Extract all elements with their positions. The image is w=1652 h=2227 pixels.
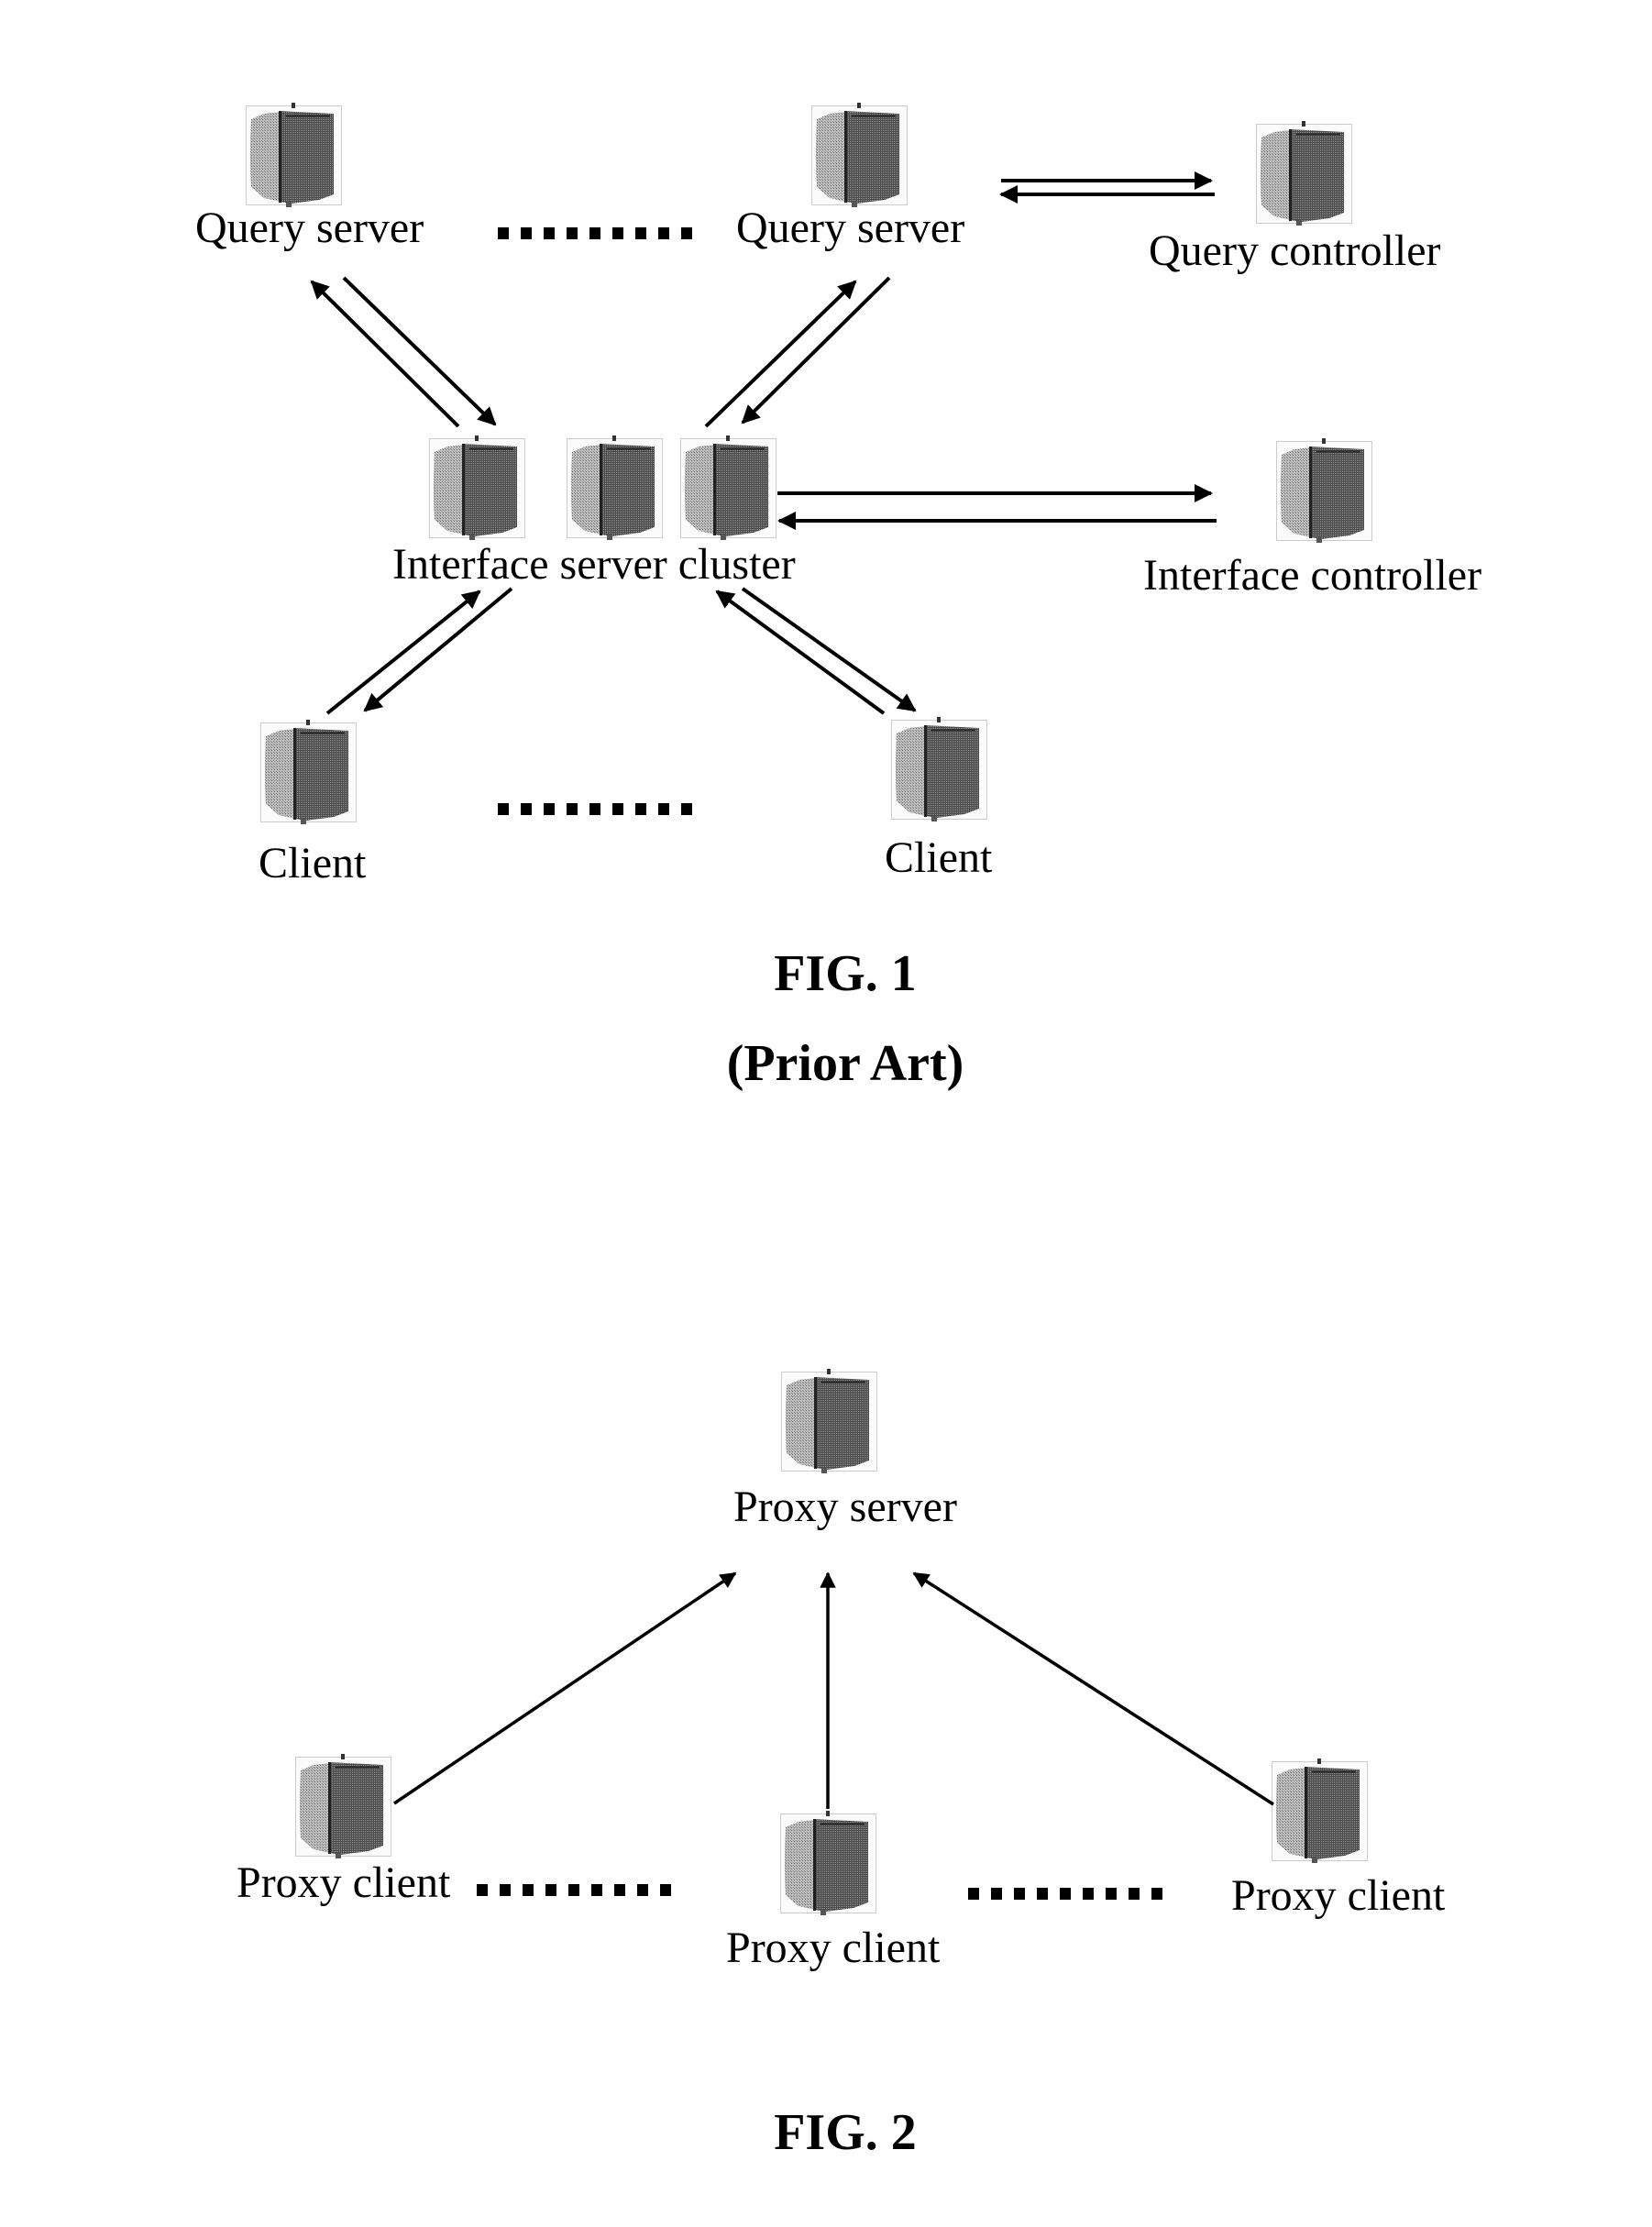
ellipsis-dot [612,803,623,815]
arrow-cluster-to-client-2 [741,587,917,712]
ellipsis-dot [968,1888,979,1900]
ellipsis-dot [1060,1888,1071,1900]
ellipsis-dot [567,803,578,815]
ellipsis-dot [1151,1888,1162,1900]
fig2-edges [393,1571,1274,1809]
ellipsis-dot [544,803,555,815]
label-interface-server-cluster: Interface server cluster [392,540,796,589]
label-query-server-2: Query server [736,204,965,252]
ellipsis-clients [498,803,692,815]
arrow-proxy-client-3-to-server [912,1571,1274,1806]
arrow-cluster-to-query-server-1 [310,280,460,428]
ellipsis-dot [544,227,555,239]
ellipsis-dot [568,1884,579,1896]
ellipsis-dot [545,1884,556,1896]
label-client-2: Client [885,833,993,882]
arrow-cluster-to-client-1 [363,587,513,712]
proxy-client-3-icon [1272,1758,1368,1864]
label-client-1: Client [259,839,367,887]
label-proxy-client-1: Proxy client [237,1858,451,1907]
ellipsis-dot [477,1884,488,1896]
ellipsis-dot [567,227,578,239]
ellipsis-dot [635,227,646,239]
proxy-client-2-icon [780,1811,876,1916]
ellipsis-dot [498,227,509,239]
ellipsis-dot [991,1888,1002,1900]
ellipsis-dot [498,803,509,815]
ellipsis-dot [500,1884,511,1896]
ellipsis-dot [521,227,532,239]
ellipsis-dot [1014,1888,1025,1900]
ellipsis-dot [591,1884,602,1896]
ellipsis-dot [589,227,600,239]
ellipsis-query-servers [498,227,692,239]
ellipsis-dot [614,1884,625,1896]
proxy-server-icon [781,1369,877,1474]
ellipsis-dot [1129,1888,1140,1900]
interface-controller-icon [1276,438,1372,544]
ellipsis-dot [681,227,692,239]
query-controller-icon [1256,121,1352,226]
ellipsis-dot [1106,1888,1117,1900]
arrow-client-2-to-cluster [715,590,886,715]
ellipsis-dot [658,227,669,239]
label-proxy-client-2: Proxy client [726,1924,941,1972]
interface-server-3-icon [680,435,776,541]
label-proxy-server: Proxy server [733,1483,957,1531]
figure-1-subcaption: (Prior Art) [726,1035,964,1092]
ellipsis-dot [635,803,646,815]
ellipsis-dot [681,803,692,815]
client-1-icon [260,720,357,825]
ellipsis-dot [1037,1888,1048,1900]
client-2-icon [891,717,987,822]
ellipsis-proxy-clients-left [477,1884,671,1896]
ellipsis-proxy-clients-right [968,1888,1162,1900]
ellipsis-dot [658,803,669,815]
arrow-cluster-to-query-server-2 [704,280,857,428]
ellipsis-dot [1083,1888,1094,1900]
arrow-proxy-client-1-to-server [393,1571,737,1805]
label-interface-controller: Interface controller [1143,551,1482,600]
ellipsis-dot [523,1884,534,1896]
ellipsis-dot [637,1884,648,1896]
figure-1-caption: FIG. 1 [774,945,917,1002]
ellipsis-dot [612,227,623,239]
ellipsis-dot [660,1884,671,1896]
interface-server-2-icon [567,435,663,541]
label-proxy-client-3: Proxy client [1231,1871,1446,1920]
arrow-query-server-2-to-cluster [741,276,891,424]
arrow-client-1-to-cluster [325,590,481,715]
figure-2-caption: FIG. 2 [774,2104,917,2161]
figure-2 [295,1369,1368,1916]
label-query-controller: Query controller [1149,226,1441,275]
label-query-server-1: Query server [195,204,424,252]
proxy-client-1-icon [295,1754,391,1859]
interface-server-1-icon [429,435,525,541]
query-server-1-icon [246,103,342,208]
query-server-2-icon [811,103,908,208]
ellipsis-dot [589,803,600,815]
arrow-query-server-1-to-cluster [342,276,497,426]
ellipsis-dot [521,803,532,815]
